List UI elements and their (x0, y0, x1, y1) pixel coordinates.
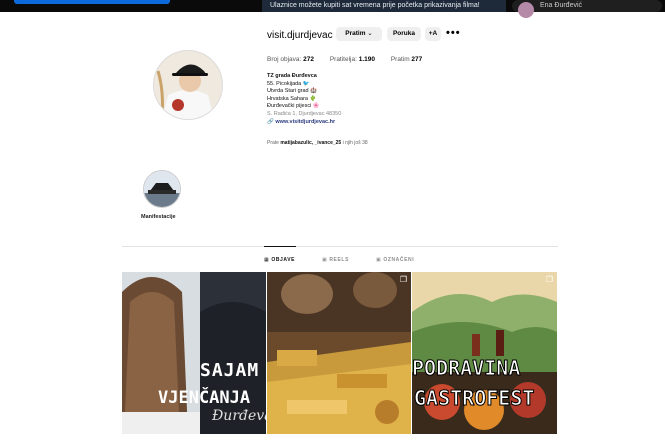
browser-top-strip: Ulaznice možete kupiti sat vremena prije… (0, 0, 665, 18)
tab-reels[interactable]: ▣ REELS (322, 257, 349, 263)
user-name: Ena Đurđević (540, 2, 583, 9)
bio-link[interactable]: www.visitdjurdjevac.hr (275, 119, 335, 125)
grid-icon: ▦ (264, 257, 270, 263)
more-options-icon[interactable]: ••• (446, 27, 461, 39)
notification-banner: Ulaznice možete kupiti sat vremena prije… (262, 0, 506, 12)
highlight-cover (144, 171, 180, 207)
post-overlay-subtitle: GASTROFEST (413, 386, 535, 411)
tab-tagged[interactable]: ▣ OZNAČENI (376, 257, 414, 263)
profile-avatar[interactable] (153, 50, 223, 120)
bio-name: TZ grada Đurđevca (267, 73, 317, 79)
tabs-divider (122, 246, 558, 247)
following-button[interactable]: Pratim ⌄ (336, 27, 382, 41)
following-count[interactable]: Pratim 277 (391, 56, 422, 63)
tagged-icon: ▣ (376, 257, 382, 263)
posts-count: Broj objava: 272 (267, 56, 314, 63)
profile-stats: Broj objava: 272 Pratitelja: 1.190 Prati… (267, 56, 436, 63)
profile-photo (154, 51, 222, 119)
add-user-icon[interactable]: +A (425, 27, 441, 41)
post-tile[interactable]: SAJAM VJENČANJA Đurđevac (122, 272, 266, 434)
post-tile[interactable]: PODRAVINA GASTROFEST ❐ (412, 272, 557, 434)
bio-link-row[interactable]: 🔗 www.visitdjurdjevac.hr (267, 119, 487, 127)
post-overlay-title: SAJAM (200, 360, 260, 381)
post-tile[interactable]: ❐ (267, 272, 411, 434)
bio-line: Utvrda Stari grad 🏰 (267, 88, 317, 95)
browser-user-chip[interactable]: Ena Đurđević (512, 0, 662, 18)
post-overlay-script: Đurđevac (212, 408, 266, 424)
followed-by[interactable]: Prate matijabazulic, _ivance_25 i njih j… (267, 140, 368, 146)
story-highlight[interactable] (143, 170, 181, 208)
highlight-label: Manifestacije (141, 214, 176, 220)
following-label: Pratim (345, 30, 366, 37)
post-overlay-title: PODRAVINA (412, 356, 521, 381)
profile-bio: TZ grada Đurđevca 55. Picokijada 🐦 Utvrd… (267, 73, 487, 126)
post-overlay-subtitle: VJENČANJA (158, 388, 251, 408)
tab-posts[interactable]: ▦ OBJAVE (264, 257, 295, 263)
message-button[interactable]: Poruka (387, 27, 421, 41)
link-icon: 🔗 (267, 118, 274, 125)
reels-icon: ▣ (322, 257, 328, 263)
carousel-icon: ❐ (545, 275, 553, 284)
chevron-down-icon: ⌄ (367, 30, 373, 37)
bio-address: S. Radića 1, Djurdjevac 48350 (267, 110, 342, 117)
post-image (267, 272, 411, 434)
followers-count[interactable]: Pratitelja: 1.190 (330, 56, 377, 63)
user-avatar (518, 2, 534, 18)
bio-line: Đurđevački pijesci 🌸 (267, 103, 320, 110)
profile-username: visit.djurdjevac (267, 30, 333, 41)
active-tab-indicator (264, 246, 296, 247)
primary-blue-button[interactable] (14, 0, 170, 4)
carousel-icon: ❐ (399, 275, 407, 284)
